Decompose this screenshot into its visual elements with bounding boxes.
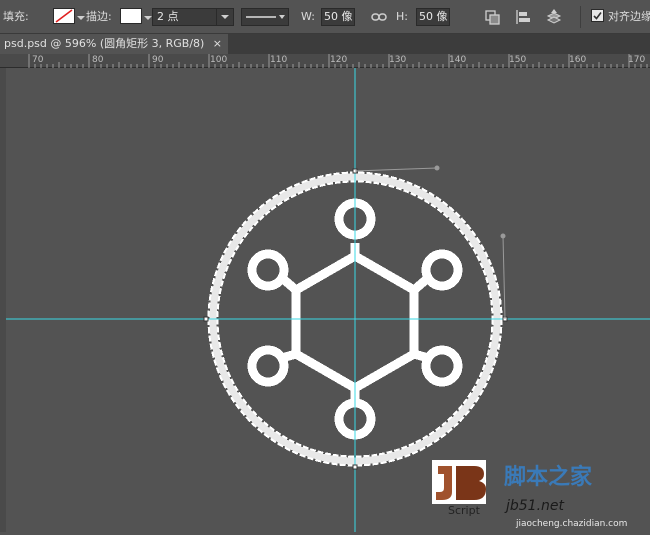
path-alignment-icon[interactable] (514, 7, 532, 27)
jb51-logo: 脚本之家 Script jb51.net jiaocheng.chazidian… (432, 460, 627, 529)
align-edges-label: 对齐边缘 (608, 10, 650, 23)
align-edges-checkbox[interactable] (591, 9, 604, 22)
stroke-dropdown-caret[interactable] (144, 16, 152, 20)
ruler-label: 90 (152, 55, 164, 65)
path-operations-icon[interactable] (484, 7, 502, 27)
divider (580, 6, 581, 28)
line-style-icon (246, 15, 285, 19)
ruler-label: 160 (569, 55, 587, 65)
height-value: 50 像素 (419, 10, 448, 23)
checkmark-icon (593, 12, 602, 20)
ruler-label: 110 (270, 55, 288, 65)
stroke-width-dropdown[interactable] (216, 8, 234, 26)
script-text: Script (448, 504, 481, 517)
domain-text: jiaocheng.chazidian.com (515, 519, 627, 529)
logo-letters: jb51.net (504, 498, 565, 514)
link-icon[interactable] (370, 7, 388, 27)
stroke-width-value: 2 点 (157, 10, 179, 23)
stroke-label: 描边: (86, 10, 112, 23)
ruler-label: 140 (449, 55, 467, 65)
stroke-swatch[interactable] (120, 8, 142, 24)
width-value: 50 像素 (324, 10, 353, 23)
horizontal-ruler[interactable]: 70 80 90 100 110 120 130 140 150 160 170 (0, 54, 650, 68)
width-label: W: (301, 10, 315, 23)
fill-swatch[interactable] (53, 8, 75, 24)
path-arrangement-icon[interactable] (545, 7, 563, 27)
document-tab[interactable]: psd.psd @ 596% (圆角矩形 3, RGB/8) × (0, 34, 228, 54)
height-label: H: (396, 10, 408, 23)
width-input[interactable]: 50 像素 (321, 8, 355, 26)
fill-label: 填充: (3, 10, 29, 23)
options-bar: 填充: 描边: 2 点 W: 50 像素 H: 50 像素 (0, 0, 650, 34)
document-tab-bar: psd.psd @ 596% (圆角矩形 3, RGB/8) × (0, 34, 650, 54)
watermark: 脚本之家 Script jb51.net jiaocheng.chazidian… (430, 456, 650, 535)
brand-text: 脚本之家 (504, 464, 593, 490)
bezier-handles (354, 165, 506, 320)
ruler-label: 150 (509, 55, 527, 65)
close-icon[interactable]: × (213, 34, 222, 54)
document-tab-title: psd.psd @ 596% (圆角矩形 3, RGB/8) (4, 37, 205, 50)
ruler-label: 80 (92, 55, 104, 65)
stroke-type-dropdown[interactable] (241, 8, 289, 26)
ruler-label: 130 (389, 55, 407, 65)
ruler-label: 100 (210, 55, 228, 65)
fill-dropdown-caret[interactable] (77, 16, 85, 20)
height-input[interactable]: 50 像素 (416, 8, 450, 26)
no-fill-icon (55, 9, 73, 23)
chevron-down-icon (221, 15, 229, 19)
ruler-label: 120 (330, 55, 348, 65)
ruler-label: 170 (628, 55, 646, 65)
ruler-label: 70 (32, 55, 44, 65)
